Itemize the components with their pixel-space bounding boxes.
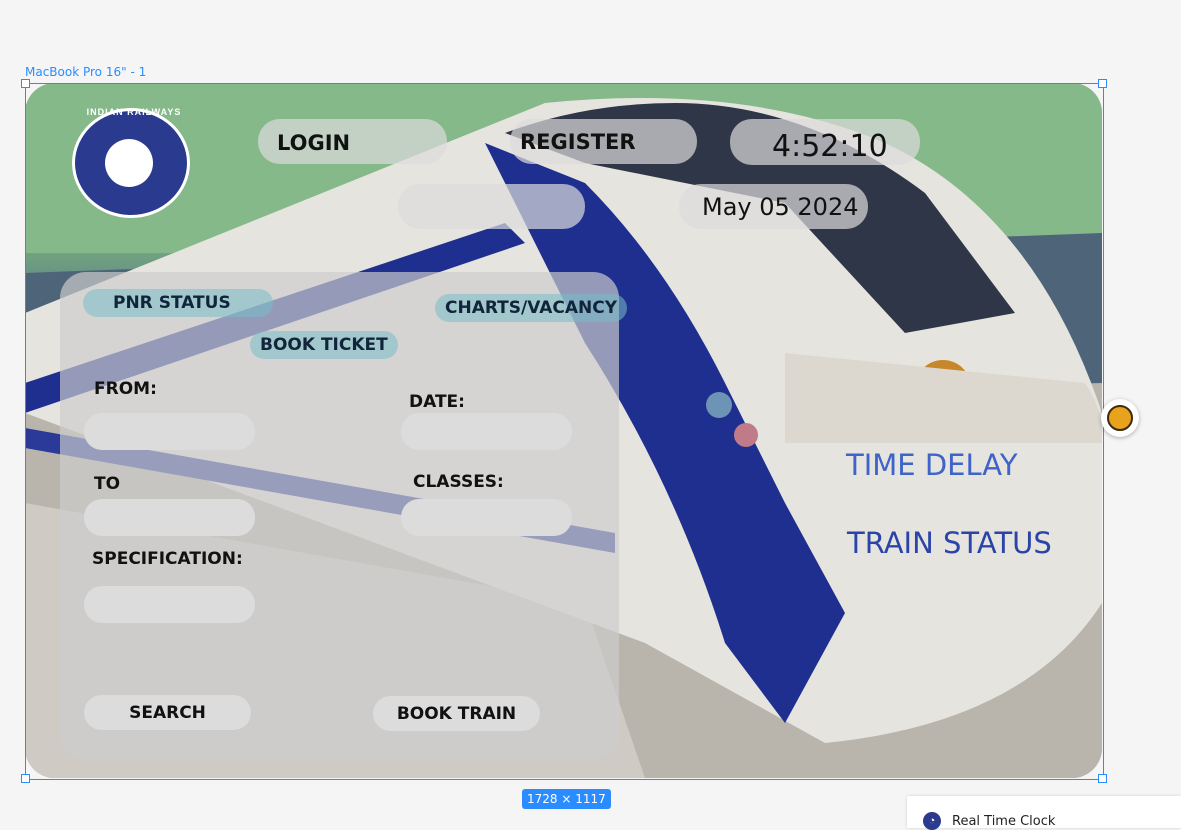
time-delay-link[interactable]: TIME DELAY [846,448,1018,482]
booking-panel: PNR STATUS CHARTS/VACANCY BOOK TICKET FR… [60,272,628,760]
clock-display: 4:52:10 [772,129,888,164]
tab-pnr-status[interactable]: PNR STATUS [83,289,273,317]
resize-handle-tl[interactable] [21,79,30,88]
book-train-button[interactable]: BOOK TRAIN [373,696,540,731]
tab-charts-vacancy[interactable]: CHARTS/VACANCY [435,294,628,322]
to-label: TO [94,474,121,494]
resize-handle-br[interactable] [1098,774,1107,783]
to-field[interactable] [84,499,255,536]
from-label: FROM: [94,379,157,399]
classes-label: CLASSES: [413,472,504,492]
train-status-link[interactable]: TRAIN STATUS [847,526,1052,560]
user-avatar-icon[interactable] [1101,399,1139,437]
search-button[interactable]: SEARCH [84,695,251,730]
frame-label: MacBook Pro 16" - 1 [25,65,147,79]
logo-text: INDIAN RAILWAYS [86,107,182,117]
blank-pill[interactable] [398,184,585,229]
register-label: REGISTER [520,130,636,154]
indian-railways-logo: INDIAN RAILWAYS [72,107,190,218]
plugin-label: Real Time Clock [952,814,1056,829]
resize-handle-bl[interactable] [21,774,30,783]
clock-icon: ◔ [923,812,941,830]
date-field[interactable] [401,413,572,450]
specification-label: SPECIFICATION: [92,549,243,569]
tab-book-ticket[interactable]: BOOK TICKET [250,331,398,359]
resize-handle-tr[interactable] [1098,79,1107,88]
classes-field[interactable] [401,499,572,536]
size-badge: 1728 × 1117 [522,789,611,809]
plugin-panel[interactable]: ◔ Real Time Clock [907,796,1181,830]
macbook-frame: INDIAN RAILWAYS LOGIN REGISTER 4:52:10 M… [25,83,1102,778]
date-label: DATE: [409,392,465,412]
login-label: LOGIN [277,131,351,155]
from-field[interactable] [84,413,255,450]
date-display: May 05 2024 [702,193,859,221]
specification-field[interactable] [84,586,255,623]
